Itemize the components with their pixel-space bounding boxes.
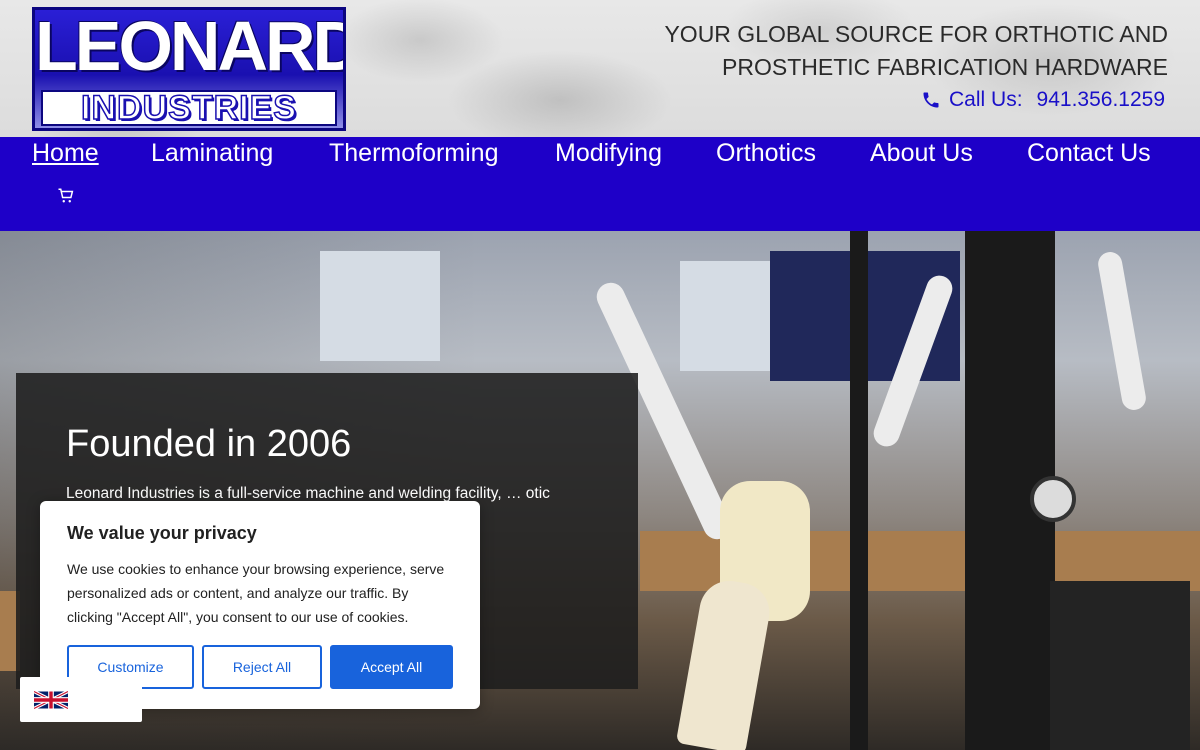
hero-photo-gauge [1030,476,1076,522]
cookie-body: We use cookies to enhance your browsing … [67,561,445,625]
cart-icon[interactable] [57,187,75,205]
logo-text-industries: INDUSTRIES [41,90,337,126]
hero-photo-arm [1096,250,1148,412]
reject-all-button[interactable]: Reject All [202,645,322,689]
uk-flag-icon [34,689,68,711]
nav-item-home[interactable]: Home [32,139,99,168]
nav-item-modifying[interactable]: Modifying [555,139,662,168]
tagline-line-1: YOUR GLOBAL SOURCE FOR ORTHOTIC AND [664,21,1168,47]
nav-item-orthotics[interactable]: Orthotics [716,139,816,168]
logo-text-leonard: LEONARD [35,7,346,85]
nav-item-thermoforming[interactable]: Thermoforming [329,139,499,168]
main-nav: Home Laminating Thermoforming Modifying … [0,137,1200,231]
tagline: YOUR GLOBAL SOURCE FOR ORTHOTIC AND PROS… [608,18,1168,84]
leonard-industries-logo[interactable]: LEONARD INDUSTRIES [32,7,346,131]
accept-all-button[interactable]: Accept All [330,645,453,689]
hero-photo-mold [675,576,775,750]
phone-number-link[interactable]: 941.356.1259 [1037,88,1165,112]
call-us-label: Call Us: [949,88,1023,111]
phone-icon [923,92,939,108]
cookie-title: We value your privacy [67,523,257,543]
hero-photo-bin [1050,581,1190,750]
tagline-line-2: PROSTHETIC FABRICATION HARDWARE [722,54,1168,80]
nav-item-contact-us[interactable]: Contact Us [1027,139,1151,168]
language-switcher[interactable] [20,677,142,722]
site-header: LEONARD INDUSTRIES YOUR GLOBAL SOURCE FO… [0,0,1200,137]
hero-photo-window [320,251,440,361]
call-us[interactable]: Call Us: 941.356.1259 [921,88,1165,112]
nav-item-about-us[interactable]: About Us [870,139,973,168]
hero-photo-pole [850,231,868,750]
nav-item-laminating[interactable]: Laminating [151,139,273,168]
hero-title: Founded in 2006 [66,423,352,465]
